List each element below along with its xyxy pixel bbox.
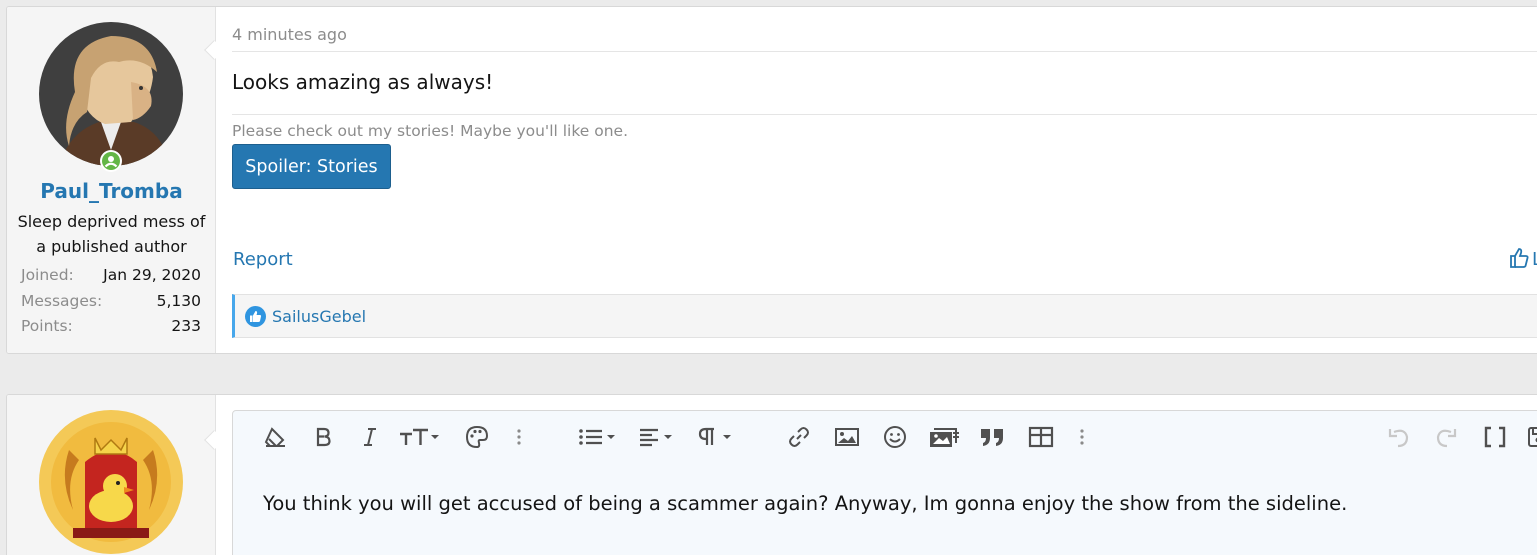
text-size-icon[interactable] <box>397 424 443 450</box>
stat-points: Points: 233 <box>21 314 201 340</box>
username[interactable]: Paul_Tromba <box>7 179 216 203</box>
smilie-icon[interactable] <box>880 424 910 450</box>
more-vertical-icon[interactable] <box>1067 424 1097 450</box>
image-icon[interactable] <box>832 424 862 450</box>
user-cell <box>7 395 216 555</box>
table-icon[interactable] <box>1026 424 1056 450</box>
reactions-bar: SailusGebel <box>232 294 1537 338</box>
align-icon[interactable] <box>637 424 681 450</box>
stat-messages: Messages: 5,130 <box>21 289 201 315</box>
media-icon[interactable] <box>927 424 961 450</box>
user-stats: Joined: Jan 29, 2020 Messages: 5,130 Poi… <box>21 263 201 340</box>
stat-label: Messages: <box>21 291 103 310</box>
stat-value: Jan 29, 2020 <box>103 266 201 284</box>
list-icon[interactable] <box>577 424 623 450</box>
stat-value: 233 <box>171 317 201 335</box>
report-link[interactable]: Report <box>233 249 293 270</box>
reaction-user-link[interactable]: SailusGebel <box>272 307 366 326</box>
divider <box>232 114 1537 115</box>
avatar[interactable] <box>39 22 183 166</box>
user-cell: Paul_Tromba Sleep deprived mess of a pub… <box>7 7 216 353</box>
quick-reply: You think you will get accused of being … <box>6 394 1537 555</box>
eraser-icon[interactable] <box>260 424 290 450</box>
palette-icon[interactable] <box>462 424 492 450</box>
undo-icon[interactable] <box>1384 424 1414 450</box>
stat-joined: Joined: Jan 29, 2020 <box>21 263 201 289</box>
like-link[interactable]: L <box>1532 249 1537 270</box>
stat-label: Joined: <box>21 266 74 284</box>
quote-icon[interactable] <box>977 424 1007 450</box>
bold-icon[interactable] <box>308 424 338 450</box>
message-body: Looks amazing as always! <box>232 70 494 94</box>
paragraph-icon[interactable] <box>696 424 742 450</box>
message-main: 4 minutes ago Looks amazing as always! P… <box>232 7 1537 353</box>
bbcode-icon[interactable] <box>1480 424 1510 450</box>
reply-editor[interactable]: You think you will get accused of being … <box>232 410 1537 555</box>
stat-value: 5,130 <box>156 291 201 310</box>
italic-icon[interactable] <box>355 424 385 450</box>
more-vertical-icon[interactable] <box>504 424 534 450</box>
like-reaction-icon <box>245 306 266 331</box>
avatar[interactable] <box>39 410 183 554</box>
redo-icon[interactable] <box>1431 424 1461 450</box>
user-title: Sleep deprived mess of a published autho… <box>17 212 206 256</box>
drafts-icon[interactable] <box>1523 424 1537 450</box>
link-icon[interactable] <box>784 424 814 450</box>
signature-text: Please check out my stories! Maybe you'l… <box>232 122 629 140</box>
post-time[interactable]: 4 minutes ago <box>232 25 347 44</box>
stat-label: Points: <box>21 317 73 335</box>
spoiler-button[interactable]: Spoiler: Stories <box>232 144 391 189</box>
online-status-icon <box>100 150 122 172</box>
thumbs-up-icon[interactable] <box>1509 247 1529 273</box>
divider <box>232 51 1537 52</box>
reply-text[interactable]: You think you will get accused of being … <box>263 492 1347 515</box>
message-post: Paul_Tromba Sleep deprived mess of a pub… <box>6 6 1537 354</box>
editor-toolbar <box>233 411 1537 461</box>
